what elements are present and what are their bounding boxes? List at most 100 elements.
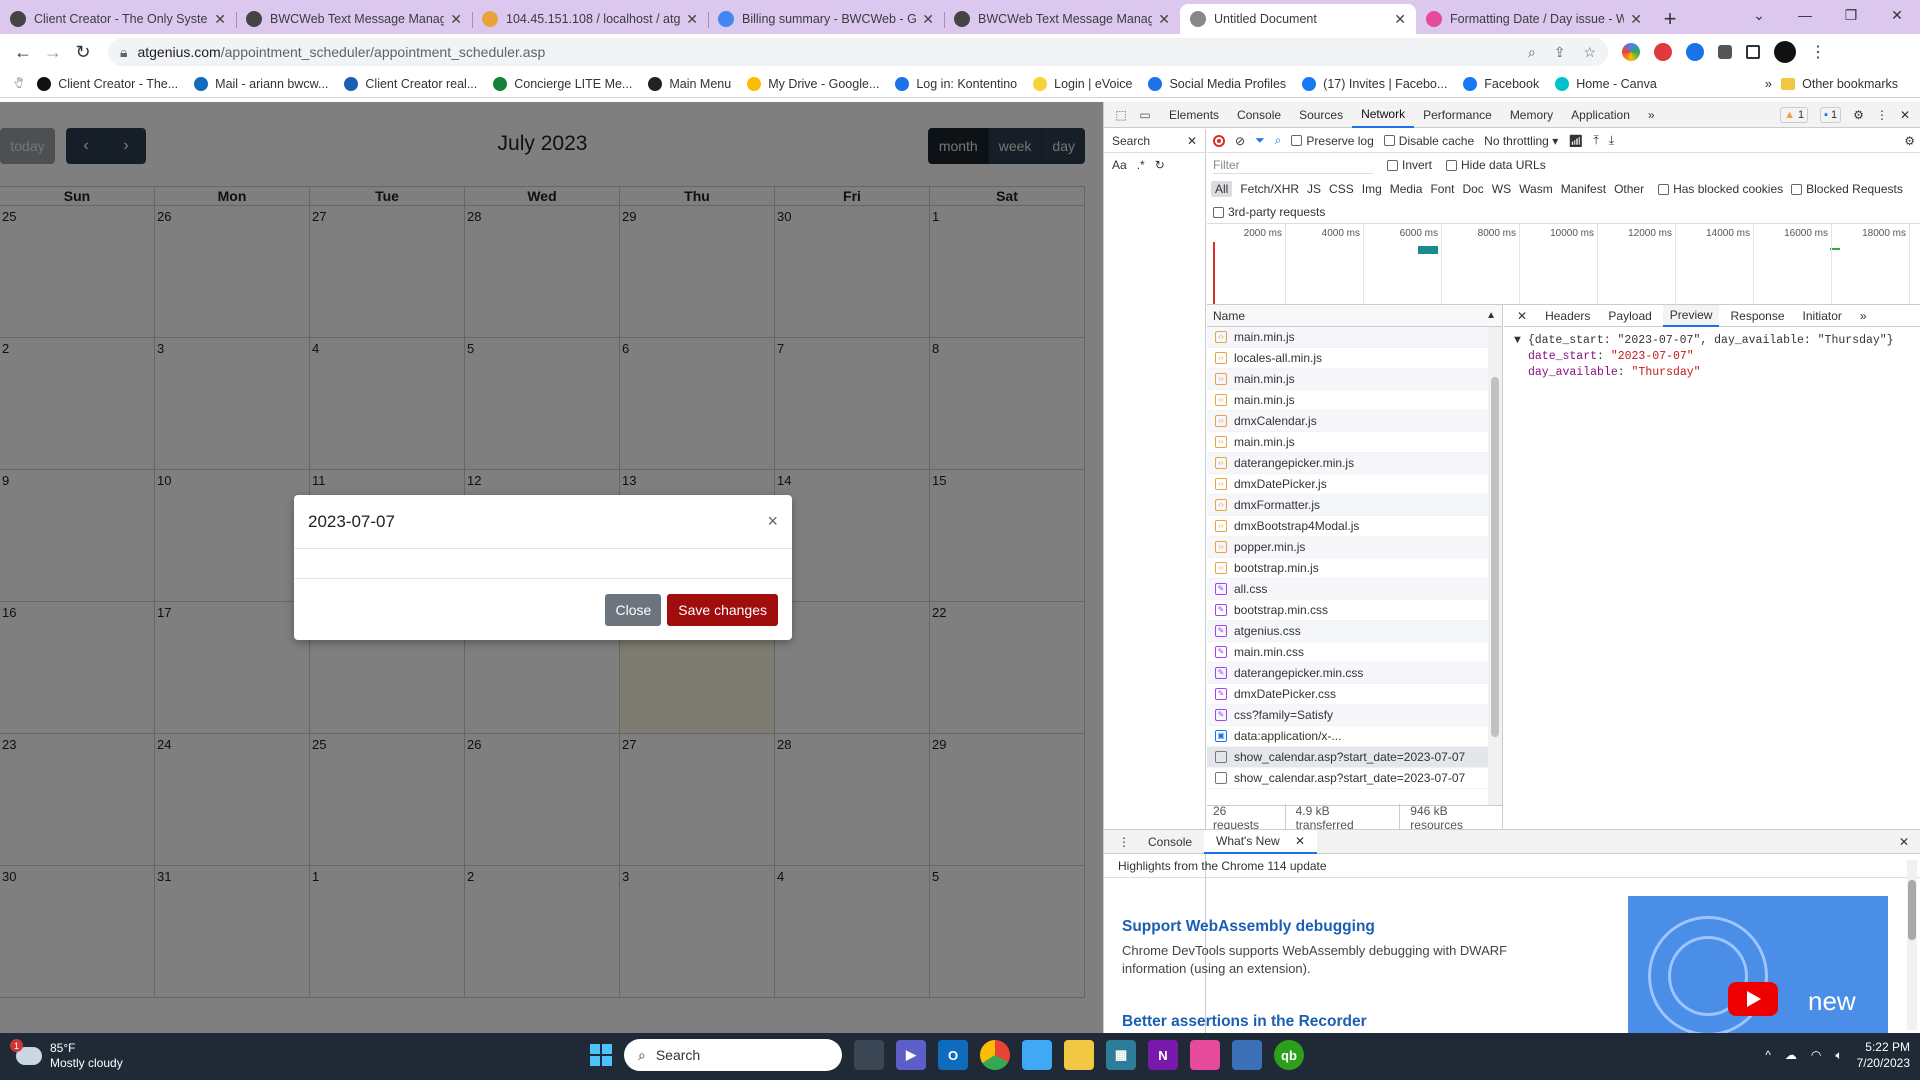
type-filter-img[interactable]: Img <box>1362 182 1382 196</box>
type-filter-manifest[interactable]: Manifest <box>1561 182 1606 196</box>
extension-icon-1[interactable] <box>1622 43 1640 61</box>
network-conditions-icon[interactable]: 📶︎ <box>1568 134 1583 148</box>
close-tab-icon[interactable]: ✕ <box>686 11 698 28</box>
close-drawer-icon[interactable]: ✕ <box>1893 830 1915 854</box>
share-icon[interactable]: ⇪ <box>1554 44 1566 61</box>
new-tab-button[interactable]: + <box>1652 4 1688 34</box>
request-row[interactable]: ‹› bootstrap.min.js <box>1207 558 1502 579</box>
detail-tab-response[interactable]: Response <box>1723 305 1791 327</box>
other-bookmarks[interactable]: Other bookmarks <box>1781 77 1898 91</box>
close-icon[interactable]: × <box>767 511 778 532</box>
request-row[interactable]: ‹› daterangepicker.min.js <box>1207 453 1502 474</box>
whats-new-heading-1[interactable]: Support WebAssembly debugging <box>1122 918 1375 936</box>
request-row[interactable]: ‹› main.min.js <box>1207 432 1502 453</box>
request-row[interactable]: show_calendar.asp?start_date=2023-07-07 <box>1207 747 1502 768</box>
remote-desktop-icon[interactable] <box>1232 1040 1262 1070</box>
windows-start-icon[interactable] <box>590 1044 612 1066</box>
network-overview[interactable]: 2000 ms 4000 ms 6000 ms 8000 ms 10000 ms 1200… <box>1207 223 1920 305</box>
restore-icon[interactable]: ❐ <box>1828 0 1874 30</box>
scrollbar-thumb[interactable] <box>1908 880 1916 940</box>
save-changes-button[interactable]: Save changes <box>667 594 778 626</box>
devtools-tab-application[interactable]: Application <box>1562 102 1639 128</box>
quickbooks-icon[interactable]: qb <box>1274 1040 1304 1070</box>
request-row[interactable]: ✎ daterangepicker.min.css <box>1207 663 1502 684</box>
request-row[interactable]: ✎ main.min.css <box>1207 642 1502 663</box>
has-blocked-cookies-checkbox[interactable]: Has blocked cookies <box>1658 182 1783 196</box>
bookmark-item[interactable]: My Drive - Google... <box>747 76 879 91</box>
invert-checkbox[interactable]: Invert <box>1387 158 1432 172</box>
type-filter-css[interactable]: CSS <box>1329 182 1354 196</box>
store-icon[interactable]: ▦ <box>1106 1040 1136 1070</box>
disable-cache-checkbox[interactable]: Disable cache <box>1383 134 1474 148</box>
extension-icon-2[interactable] <box>1654 43 1672 61</box>
bookmark-item[interactable]: Home - Canva <box>1555 76 1657 91</box>
export-har-icon[interactable]: ⤓ <box>1609 133 1614 148</box>
close-tab-icon[interactable]: ✕ <box>1158 11 1170 28</box>
file-explorer-icon[interactable] <box>1064 1040 1094 1070</box>
inspect-element-icon[interactable]: ⬚ <box>1112 106 1130 124</box>
detail-tab-headers[interactable]: Headers <box>1538 305 1597 327</box>
close-search-icon[interactable]: ✕ <box>1187 134 1197 148</box>
forward-icon[interactable]: → <box>38 37 68 67</box>
type-filter-ws[interactable]: WS <box>1492 182 1511 196</box>
regex-toggle[interactable]: .* <box>1137 158 1145 172</box>
json-summary[interactable]: ▼ {date_start: "2023-07-07", day_availab… <box>1514 333 1911 349</box>
type-filter-wasm[interactable]: Wasm <box>1519 182 1553 196</box>
tab-search-icon[interactable]: ⌄ <box>1736 0 1782 30</box>
wifi-icon[interactable]: ◠ <box>1811 1048 1821 1062</box>
request-row[interactable]: ‹› main.min.js <box>1207 390 1502 411</box>
figma-icon[interactable] <box>1190 1040 1220 1070</box>
drawer-tab-whats-new[interactable]: What's New ✕ <box>1204 829 1318 854</box>
throttling-select[interactable]: No throttling ▾ <box>1484 134 1558 148</box>
record-icon[interactable] <box>1213 134 1225 147</box>
filter-icon[interactable]: ⏷ <box>1255 133 1265 148</box>
close-tab-icon[interactable]: ✕ <box>1630 11 1642 28</box>
request-row[interactable]: ‹› dmxCalendar.js <box>1207 411 1502 432</box>
settings-gear-icon[interactable]: ⚙ <box>1853 108 1864 122</box>
browser-tab[interactable]: BWCWeb Text Message Manager ✕ <box>236 4 472 34</box>
request-row[interactable]: ‹› locales-all.min.js <box>1207 348 1502 369</box>
request-row[interactable]: ‹› main.min.js <box>1207 369 1502 390</box>
zoom-search-icon[interactable]: ⌕ <box>1528 44 1536 61</box>
bookmark-item[interactable]: Mail - ariann bwcw... <box>194 76 328 91</box>
close-window-icon[interactable]: ✕ <box>1874 0 1920 30</box>
chrome-icon[interactable] <box>980 1040 1010 1070</box>
site-info-icon[interactable]: 🔒︎ <box>120 44 127 61</box>
request-row[interactable]: show_calendar.asp?start_date=2023-07-07 <box>1207 768 1502 789</box>
whats-new-video-thumbnail[interactable]: new <box>1628 896 1888 1034</box>
third-party-checkbox[interactable]: 3rd-party requests <box>1213 205 1325 219</box>
browser-tab[interactable]: Client Creator - The Only System ✕ <box>0 4 236 34</box>
task-view-icon[interactable] <box>854 1040 884 1070</box>
request-row[interactable]: ✎ dmxDatePicker.css <box>1207 684 1502 705</box>
bookmark-item[interactable]: Login | eVoice <box>1033 76 1132 91</box>
browser-tab[interactable]: Formatting Date / Day issue - W ✕ <box>1416 4 1652 34</box>
request-row[interactable]: ✎ bootstrap.min.css <box>1207 600 1502 621</box>
detail-tab-payload[interactable]: Payload <box>1601 305 1658 327</box>
request-row[interactable]: ▣ data:application/x-... <box>1207 726 1502 747</box>
menu-kebab-icon[interactable]: ⋮ <box>1810 42 1826 62</box>
notepad-icon[interactable] <box>1022 1040 1052 1070</box>
warnings-badge[interactable]: ▲ 1 <box>1780 106 1809 123</box>
clear-icon[interactable]: ⊘ <box>1235 134 1245 148</box>
minimize-icon[interactable]: — <box>1782 0 1828 30</box>
bookmark-item[interactable]: Social Media Profiles <box>1148 76 1286 91</box>
preserve-log-checkbox[interactable]: Preserve log <box>1291 134 1374 148</box>
taskbar-search[interactable]: ⌕ Search <box>624 1039 842 1071</box>
browser-tab[interactable]: BWCWeb Text Message Manager ✕ <box>944 4 1180 34</box>
type-filter-media[interactable]: Media <box>1390 182 1423 196</box>
puzzle-icon[interactable] <box>1718 45 1732 59</box>
onenote-icon[interactable]: N <box>1148 1040 1178 1070</box>
devtools-tab-sources[interactable]: Sources <box>1290 102 1352 128</box>
weather-widget[interactable]: 1 85°F Mostly cloudy <box>10 1039 123 1071</box>
bookmark-item[interactable]: (17) Invites | Facebo... <box>1302 76 1447 91</box>
type-filter-fetchxhr[interactable]: Fetch/XHR <box>1240 182 1299 196</box>
filter-input[interactable]: Filter <box>1213 156 1373 174</box>
chevron-up-icon[interactable]: ^ <box>1765 1048 1771 1062</box>
name-column-header[interactable]: Name <box>1213 309 1245 323</box>
close-tab-icon[interactable]: ✕ <box>214 11 226 28</box>
refresh-search-icon[interactable]: ↻ <box>1155 158 1165 172</box>
network-settings-icon[interactable]: ⚙ <box>1904 134 1915 148</box>
request-row[interactable]: ✎ css?family=Satisfy <box>1207 705 1502 726</box>
drawer-tab-console[interactable]: Console <box>1142 830 1198 854</box>
close-tab-icon[interactable]: ✕ <box>1394 11 1406 28</box>
